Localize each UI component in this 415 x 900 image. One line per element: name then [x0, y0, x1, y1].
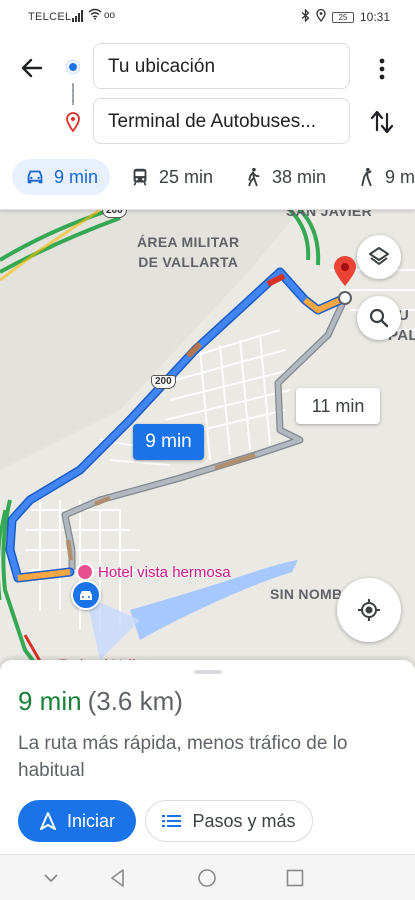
nav-recents-button[interactable] [284, 867, 306, 889]
travel-mode-tabs: 9 min 25 min 38 min 9 min [0, 146, 415, 210]
bluetooth-icon [301, 8, 310, 25]
layers-button[interactable] [357, 235, 401, 279]
map-label-san-javier: SAN JAVIER [286, 210, 372, 219]
transit-icon [133, 168, 147, 186]
swap-vert-icon [370, 110, 394, 134]
circle-home-icon [198, 869, 216, 887]
walk-icon [248, 167, 260, 187]
highway-shield-200: 200 [151, 375, 176, 389]
route-duration: 9 min [18, 686, 82, 716]
clock: 10:31 [359, 10, 390, 24]
location-icon [316, 8, 326, 25]
start-button-label: Iniciar [66, 810, 115, 831]
route-distance: (3.6 km) [87, 686, 183, 716]
map-label-area-militar: ÁREA MILITAR DE VALLARTA [137, 234, 240, 270]
system-navigation-bar [0, 854, 415, 900]
triangle-back-icon [111, 869, 124, 887]
destination-field[interactable]: Terminal de Autobuses... [93, 98, 350, 144]
sheet-drag-handle[interactable] [194, 670, 222, 674]
hide-keyboard-button[interactable] [40, 867, 62, 889]
search-icon [369, 308, 389, 328]
nav-back-button[interactable] [107, 867, 129, 889]
route-summary-sheet[interactable]: 9 min (3.6 km) La ruta más rápida, menos … [0, 660, 415, 854]
destination-pin-icon [65, 112, 81, 133]
navigation-arrow-icon [39, 812, 56, 830]
mode-transit-time: 25 min [159, 166, 214, 187]
wifi-icon [88, 8, 102, 23]
highway-shield-200-top: 200 [102, 210, 127, 218]
carrier-name: TELCEL [28, 11, 72, 23]
rideshare-icon [361, 167, 372, 187]
chevron-down-icon [44, 874, 58, 883]
layers-icon [369, 247, 389, 265]
back-button[interactable] [18, 54, 46, 82]
nav-home-button[interactable] [196, 867, 218, 889]
mode-tab-transit[interactable]: 25 min [117, 159, 225, 195]
more-options-button[interactable] [372, 56, 392, 82]
status-bar: TELCEL oo 25 10:31 [0, 0, 415, 34]
current-location-car-icon [71, 580, 101, 610]
route-time-bubble[interactable]: 9 min [133, 424, 204, 460]
arrow-back-icon [21, 58, 43, 78]
square-recents-icon [286, 869, 304, 887]
directions-header: Tu ubicación Terminal de Autobuses... [0, 34, 415, 146]
route-summary: 9 min (3.6 km) [18, 686, 183, 717]
mode-walk-time: 38 min [272, 166, 327, 187]
map-label-sin-nombre: SIN NOMB [270, 586, 343, 602]
voicemail-icon: oo [104, 10, 116, 21]
route-connector-dots [72, 83, 74, 105]
route-map[interactable]: ÁREA MILITAR DE VALLARTA SAN JAVIER SIN … [0, 210, 415, 670]
mode-tab-walk[interactable]: 38 min [230, 159, 338, 195]
swap-route-button[interactable] [368, 108, 396, 136]
search-along-route-button[interactable] [357, 296, 401, 340]
steps-and-more-button[interactable]: Pasos y más [145, 800, 313, 842]
origin-field[interactable]: Tu ubicación [93, 43, 350, 89]
hotel-icon[interactable] [76, 563, 94, 581]
start-navigation-button[interactable]: Iniciar [18, 800, 136, 842]
car-icon [27, 170, 43, 184]
alt-route-time-bubble[interactable]: 11 min [296, 388, 380, 424]
signal-icon [72, 10, 83, 22]
list-icon [162, 815, 182, 827]
my-location-button[interactable] [337, 578, 401, 642]
destination-marker-icon[interactable] [331, 254, 359, 306]
mode-tab-drive[interactable]: 9 min [12, 159, 111, 195]
hotel-label[interactable]: Hotel vista hermosa [98, 564, 231, 581]
mode-rideshare-time: 9 min [385, 166, 415, 187]
battery-icon: 25 [331, 11, 354, 23]
origin-dot-icon [67, 61, 79, 73]
steps-button-label: Pasos y más [192, 810, 296, 831]
my-location-icon [358, 599, 380, 621]
route-description: La ruta más rápida, menos tráfico de lo … [18, 733, 348, 781]
more-vert-icon [379, 58, 385, 80]
mode-drive-time: 9 min [54, 166, 99, 187]
mode-tab-rideshare[interactable]: 9 min [343, 159, 415, 195]
